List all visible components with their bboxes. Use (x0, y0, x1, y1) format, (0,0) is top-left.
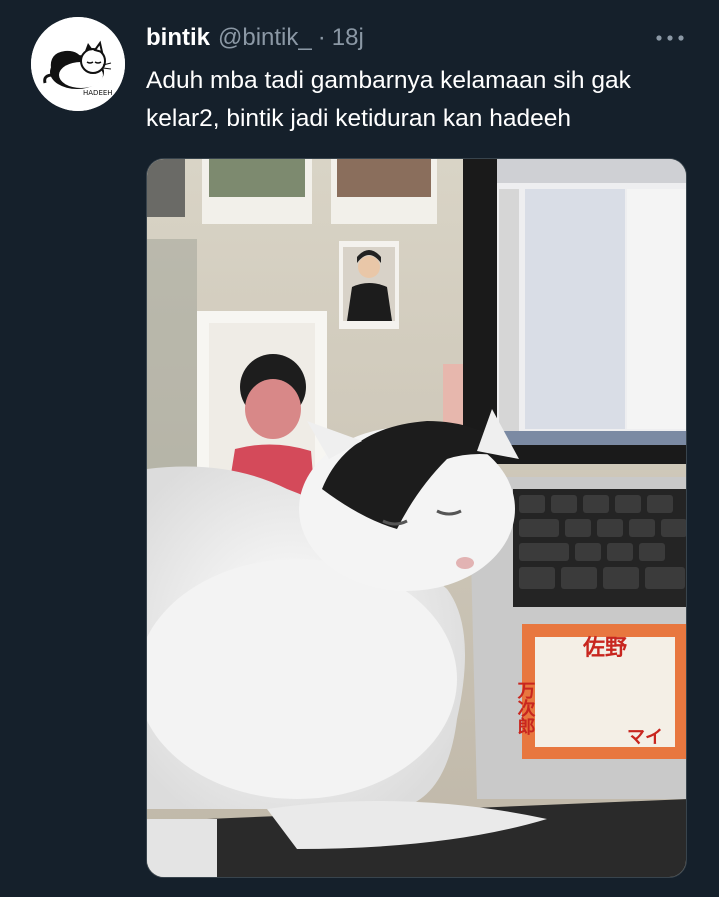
avatar[interactable]: HADEEH (31, 17, 125, 111)
svg-text:HADEEH: HADEEH (83, 89, 113, 97)
separator-dot: · (317, 24, 326, 51)
svg-text:佐野: 佐野 (582, 635, 627, 661)
tweet-photo[interactable]: 佐野 万次郎 マイ (146, 158, 687, 878)
display-name[interactable]: bintik (146, 24, 210, 52)
user-handle[interactable]: @bintik_ (218, 24, 312, 52)
cat-avatar-icon: HADEEH (31, 17, 125, 111)
svg-text:万次郎: 万次郎 (515, 681, 537, 736)
timestamp[interactable]: 18j (332, 24, 364, 52)
cat-on-laptop-photo: 佐野 万次郎 マイ (147, 159, 686, 877)
tweet-text: Aduh mba tadi gambarnya kelamaan sih gak… (146, 67, 631, 132)
more-options-button[interactable] (652, 24, 688, 52)
tweet-header: bintik @bintik_ · 18j (146, 24, 364, 52)
tweet[interactable]: HADEEH bintik @bintik_ · 18j Aduh mba ta… (0, 0, 719, 897)
svg-text:マイ: マイ (627, 727, 663, 748)
more-horizontal-icon (656, 35, 684, 41)
